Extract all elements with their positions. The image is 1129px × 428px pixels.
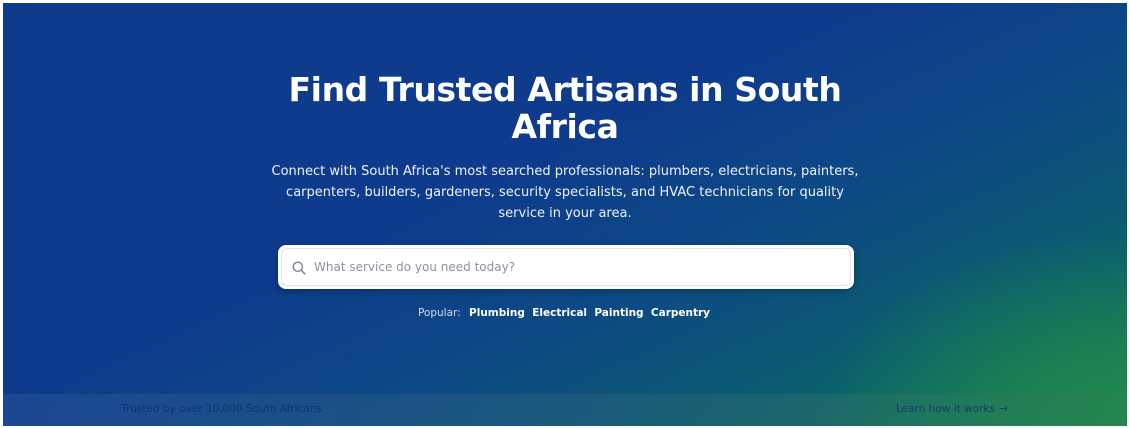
- search-field-wrapper[interactable]: [281, 248, 851, 286]
- popular-tag-electrical[interactable]: Electrical: [532, 307, 587, 319]
- search-icon: [292, 261, 306, 275]
- hero-title: Find Trusted Artisans in South Africa: [288, 70, 842, 146]
- arrow-right-icon: →: [998, 403, 1008, 415]
- popular-tag-plumbing[interactable]: Plumbing: [469, 307, 525, 319]
- hero-section: Find Trusted Artisans in South Africa Co…: [3, 3, 1127, 393]
- search-box[interactable]: [278, 245, 854, 289]
- popular-searches: Popular: Plumbing Electrical Painting Ca…: [265, 307, 865, 319]
- popular-tag-painting[interactable]: Painting: [594, 307, 643, 319]
- page-frame: Find Trusted Artisans in South Africa Co…: [3, 3, 1127, 426]
- trust-bar: Trusted by over 10,000 South Africans Le…: [3, 394, 1127, 426]
- learn-how-it-works-link[interactable]: Learn how it works →: [896, 403, 1008, 415]
- learn-link-label: Learn how it works: [896, 403, 995, 415]
- hero-subtitle: Connect with South Africa's most searche…: [271, 164, 859, 221]
- trusted-text: Trusted by over 10,000 South Africans: [121, 403, 322, 415]
- search-input[interactable]: [314, 249, 844, 285]
- popular-label: Popular:: [417, 307, 461, 319]
- popular-tag-carpentry[interactable]: Carpentry: [651, 307, 710, 319]
